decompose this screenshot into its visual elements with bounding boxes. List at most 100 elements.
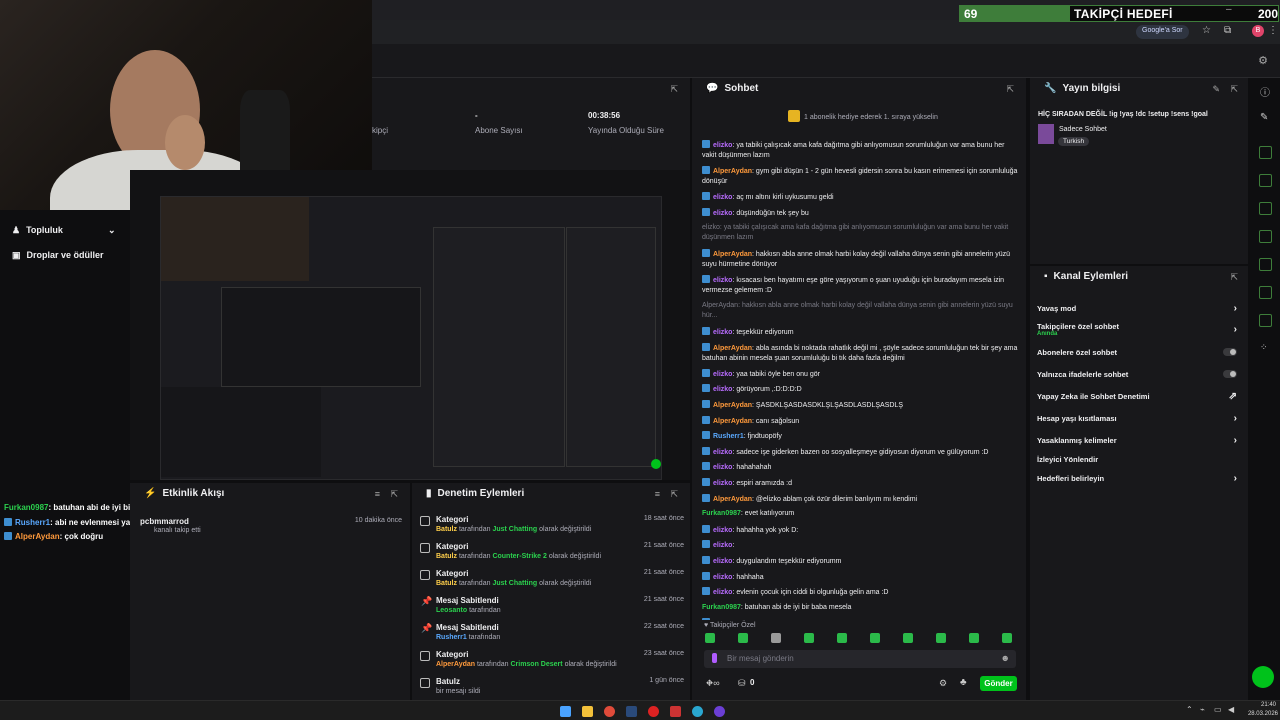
- filter-icon[interactable]: ≡: [655, 489, 660, 499]
- emote-icon[interactable]: [705, 633, 715, 643]
- left-sidebar: ♟ Topluluk ⌄ ▣ Droplar ve ödüller: [0, 210, 130, 700]
- action-goals[interactable]: Hedefleri belirleyin ›: [1037, 473, 1241, 484]
- popout-icon[interactable]: ⇱: [670, 84, 678, 95]
- chat-message: elizko: hahhaha: [702, 571, 1020, 583]
- bolt-icon: ⚡: [144, 488, 157, 499]
- sidebar-item-droplar[interactable]: ▣ Droplar ve ödüller: [12, 250, 104, 261]
- rail-button[interactable]: [1259, 174, 1272, 187]
- chat-message: elizko: evlenin çocuk için ciddi bi olgu…: [702, 587, 1020, 598]
- profile-avatar[interactable]: B: [1252, 25, 1264, 37]
- raid-icon[interactable]: ⛖∞: [706, 678, 720, 689]
- action-account-age[interactable]: Hesap yaşı kısıtlaması ›: [1037, 413, 1241, 424]
- settings-icon[interactable]: ⚙: [1258, 54, 1268, 67]
- tag-chip[interactable]: Turkish: [1058, 137, 1090, 146]
- chat-message: Rusherr1: abi ne evlenmesi ya bekarlık s…: [702, 618, 1020, 620]
- opera-icon[interactable]: [648, 706, 659, 717]
- category-thumbnail: [1038, 124, 1054, 144]
- popout-icon[interactable]: ⇱: [1006, 84, 1014, 95]
- app-icon[interactable]: [670, 706, 681, 717]
- rail-button[interactable]: [1259, 202, 1272, 215]
- emote-icon[interactable]: [903, 633, 913, 643]
- extensions-icon[interactable]: ⧉: [1224, 25, 1231, 36]
- emote-icon[interactable]: [738, 633, 748, 643]
- points-icon[interactable]: ⛁: [738, 678, 746, 689]
- popout-icon[interactable]: ⇱: [1230, 272, 1238, 283]
- overlay-chat-line: AlperAydan: çok doğru: [4, 532, 103, 541]
- star-icon[interactable]: ☆: [1202, 25, 1211, 36]
- emote-icon[interactable]: [771, 633, 781, 643]
- windows-start-icon[interactable]: [560, 706, 571, 717]
- explorer-icon[interactable]: [582, 706, 593, 717]
- preview-nested: [221, 287, 421, 387]
- popout-icon[interactable]: ⇱: [670, 489, 678, 500]
- pen-icon[interactable]: ✎: [1260, 112, 1268, 123]
- emoji-icon[interactable]: ☻: [1001, 653, 1010, 663]
- rail-button[interactable]: [1259, 258, 1272, 271]
- tray-chevron-icon[interactable]: ⌃: [1186, 705, 1193, 714]
- goal-title: TAKİPÇİ HEDEFİ: [1074, 7, 1173, 21]
- emote-icon[interactable]: [837, 633, 847, 643]
- rail-button[interactable]: [1259, 314, 1272, 327]
- emote-icon[interactable]: [1002, 633, 1012, 643]
- action-banned-words[interactable]: Yasaklanmış kelimeler ›: [1037, 435, 1241, 446]
- network-icon[interactable]: ▭: [1214, 705, 1222, 714]
- chat-message: AlperAydan: ŞASDKLŞASDASDKLŞLŞASDLASDLŞA…: [702, 400, 1020, 411]
- volume-icon[interactable]: ◀: [1228, 705, 1234, 714]
- mic-tray-icon[interactable]: ⌁: [1200, 705, 1205, 714]
- shield-icon: ▮: [426, 488, 432, 499]
- settings-icon[interactable]: ⚙: [939, 678, 947, 689]
- edge-icon[interactable]: [692, 706, 703, 717]
- action-subscribers-only[interactable]: Abonelere özel sohbet: [1037, 348, 1241, 357]
- edit-icon[interactable]: ✎: [1212, 84, 1220, 95]
- mod-action-row[interactable]: Kategori Batulz tarafından Just Chatting …: [420, 515, 684, 541]
- popout-icon[interactable]: ⇱: [1230, 84, 1238, 95]
- steam-icon[interactable]: [626, 706, 637, 717]
- toggle-switch[interactable]: [1223, 348, 1237, 356]
- rail-button[interactable]: [1259, 230, 1272, 243]
- mod-action-row[interactable]: Kategori AlperAydan tarafından Crimson De…: [420, 650, 684, 676]
- action-raid[interactable]: İzleyici Yönlendir: [1037, 455, 1241, 464]
- minimize-icon[interactable]: –: [1226, 4, 1232, 15]
- badge-icon: [702, 140, 710, 148]
- preview-overlay: [161, 387, 321, 477]
- rail-button[interactable]: [1259, 146, 1272, 159]
- action-followers-only[interactable]: Takipçilere özel sohbet Anında ›: [1037, 322, 1241, 337]
- popout-icon[interactable]: ⇱: [390, 489, 398, 500]
- badge-icon: [702, 415, 710, 424]
- mod-action-row[interactable]: 📌 Mesaj Sabitlendi Rusherr1 tarafından 22 s…: [420, 623, 684, 649]
- followers-label: kipçi: [372, 126, 389, 135]
- emote-icon[interactable]: [804, 633, 814, 643]
- chat-message: Furkan0987: evet katılıyorum: [702, 510, 795, 518]
- mod-icon[interactable]: ♣: [960, 677, 967, 688]
- mod-action-row[interactable]: 📌 Mesaj Sabitlendi Leosanto tarafından 21 s…: [420, 596, 684, 622]
- chat-messages: elizko: ya tabiki çalışıcak ama kafa dağ…: [692, 140, 1026, 620]
- action-emote-only[interactable]: Yalnızca ifadelerle sohbet: [1037, 370, 1241, 379]
- event-feed-header: ⚡ Etkinlik Akışı: [144, 488, 225, 499]
- emote-icon[interactable]: [969, 633, 979, 643]
- info-icon[interactable]: ⓘ: [1260, 84, 1270, 99]
- google-ask-chip[interactable]: Google'a Sor: [1136, 25, 1189, 39]
- action-ai-moderation[interactable]: Yapay Zeka ile Sohbet Denetimi ⇗: [1037, 391, 1241, 402]
- action-slow-mode[interactable]: Yavaş mod ›: [1037, 303, 1241, 314]
- obs-icon[interactable]: [714, 706, 725, 717]
- emote-icon[interactable]: [870, 633, 880, 643]
- chat-message: AlperAydan: canı sağolsun: [702, 415, 1020, 427]
- pinned-banner[interactable]: 1 abonelik hediye ederek 1. sıraya yükse…: [788, 110, 988, 124]
- more-icon[interactable]: ⁘: [1260, 342, 1268, 353]
- mod-action-row[interactable]: Kategori Batulz tarafından Counter-Strike…: [420, 542, 684, 568]
- chrome-icon[interactable]: [604, 706, 615, 717]
- toggle-switch[interactable]: [1223, 370, 1237, 378]
- points-value: 0: [750, 678, 755, 687]
- menu-icon[interactable]: ⋮: [1268, 25, 1278, 36]
- help-bubble[interactable]: [1252, 666, 1274, 688]
- rail-button[interactable]: [1259, 286, 1272, 299]
- mod-action-row[interactable]: Kategori Batulz tarafından Just Chatting …: [420, 569, 684, 595]
- chat-input[interactable]: Bir mesaj gönderin ☻: [704, 650, 1016, 668]
- filter-icon[interactable]: ≡: [375, 489, 380, 499]
- send-button[interactable]: Gönder: [980, 676, 1017, 691]
- sidebar-item-topluluk[interactable]: ♟ Topluluk ⌄: [12, 225, 116, 236]
- goal-target: 200: [1257, 7, 1278, 21]
- badge-icon: [702, 556, 710, 564]
- chat-message: elizko: düşündüğün tek şey bu: [702, 207, 1020, 219]
- emote-icon[interactable]: [936, 633, 946, 643]
